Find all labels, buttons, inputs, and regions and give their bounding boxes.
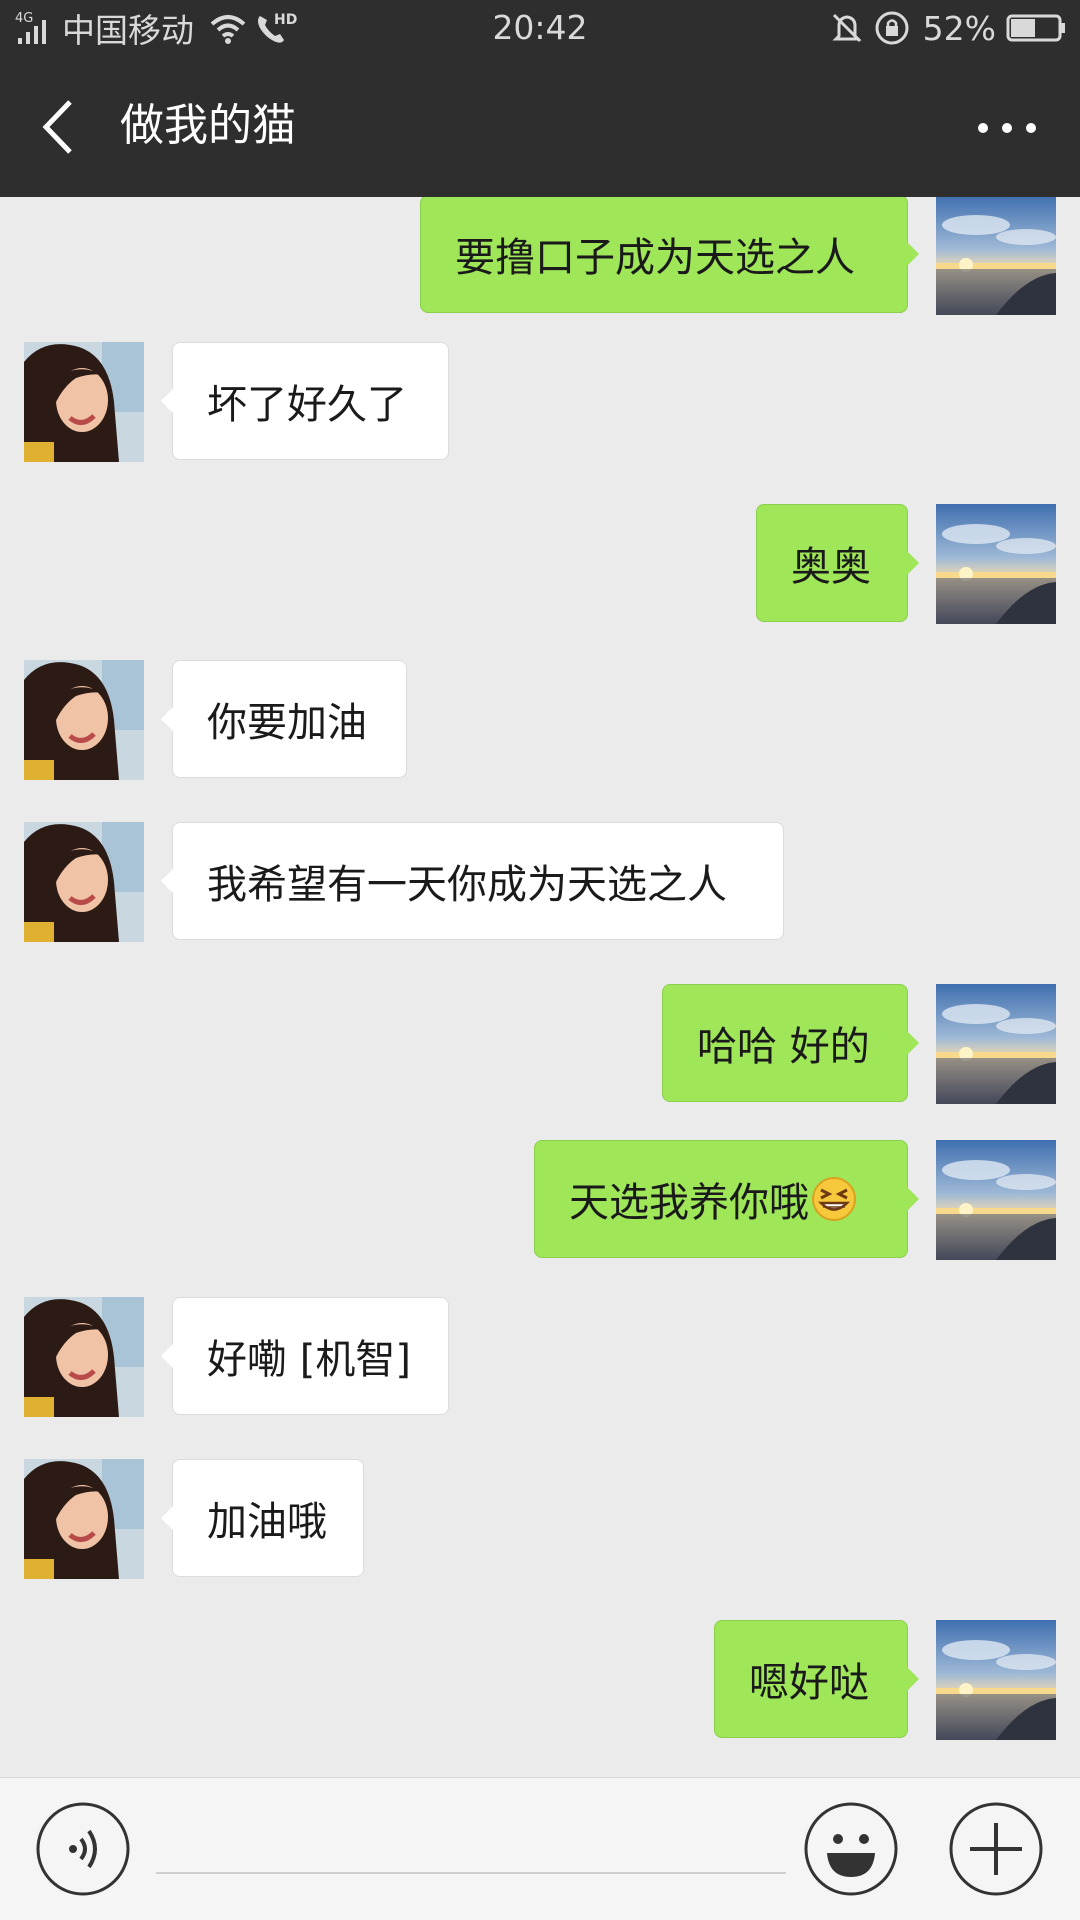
message-incoming: 加油哦 <box>0 1459 1080 1579</box>
chevron-left-icon <box>42 100 72 154</box>
sunset-avatar[interactable] <box>936 1140 1056 1260</box>
emoji-icon <box>804 1802 898 1896</box>
message-outgoing: 奥奥 <box>0 504 1080 624</box>
message-text: 哈哈 好的 <box>697 1024 870 1070</box>
sunset-avatar-image <box>936 984 1056 1104</box>
message-text: 好嘞 [机智] <box>207 1337 411 1383</box>
message-bubble[interactable]: 要撸口子成为天选之人 <box>420 197 919 313</box>
message-outgoing: 天选我养你哦 <box>0 1140 1080 1260</box>
message-bubble[interactable]: 天选我养你哦 <box>534 1140 919 1258</box>
message-text: 你要加油 <box>207 700 367 746</box>
message-bubble[interactable]: 坏了好久了 <box>161 342 449 460</box>
emoji-button[interactable] <box>803 1801 899 1897</box>
girl-avatar[interactable] <box>24 342 144 462</box>
message-incoming: 坏了好久了 <box>0 342 1080 462</box>
status-right: 52% <box>829 8 1066 48</box>
mute-bell-icon <box>832 13 862 43</box>
girl-avatar[interactable] <box>24 822 144 942</box>
message-text: 天选我养你哦 <box>569 1180 809 1226</box>
message-text: 加油哦 <box>207 1499 327 1545</box>
message-incoming: 你要加油 <box>0 660 1080 780</box>
message-bubble[interactable]: 好嘞 [机智] <box>161 1297 449 1415</box>
input-bar <box>0 1777 1080 1920</box>
girl-avatar-image <box>24 822 144 942</box>
sunset-avatar-image <box>936 504 1056 624</box>
title-bar: 做我的猫 <box>0 56 1080 197</box>
message-text: 嗯好哒 <box>749 1660 869 1706</box>
status-bar: 4G 中国移动 HD 20:42 52% <box>0 0 1080 56</box>
message-bubble[interactable]: 奥奥 <box>756 504 919 622</box>
battery-percent: 52% <box>922 8 996 48</box>
sunset-avatar[interactable] <box>936 984 1056 1104</box>
message-bubble[interactable]: 哈哈 好的 <box>662 984 919 1102</box>
sunset-avatar[interactable] <box>936 1620 1056 1740</box>
back-button[interactable] <box>32 94 84 160</box>
girl-avatar-image <box>24 1297 144 1417</box>
chat-screen: 4G 中国移动 HD 20:42 52% 做我的猫 要撸口子成为天选之人 坏了好… <box>0 0 1080 1920</box>
page-title: 做我的猫 <box>120 100 296 151</box>
message-text: 奥奥 <box>791 544 871 590</box>
girl-avatar-image <box>24 342 144 462</box>
rotation-lock-icon <box>875 11 909 45</box>
message-bubble[interactable]: 你要加油 <box>161 660 407 778</box>
plus-icon <box>949 1802 1043 1896</box>
message-bubble[interactable]: 加油哦 <box>161 1459 364 1577</box>
message-incoming: 好嘞 [机智] <box>0 1297 1080 1417</box>
sunset-avatar[interactable] <box>936 504 1056 624</box>
message-bubble[interactable]: 我希望有一天你成为天选之人 <box>161 822 784 940</box>
girl-avatar[interactable] <box>24 1459 144 1579</box>
sunset-avatar-image <box>936 1620 1056 1740</box>
more-dots-icon <box>978 123 1036 133</box>
battery-icon <box>1006 14 1065 42</box>
battery-fill <box>1011 19 1035 37</box>
sunset-avatar-image <box>936 1140 1056 1260</box>
plus-button[interactable] <box>948 1801 1044 1897</box>
message-input[interactable] <box>156 1818 786 1874</box>
message-outgoing: 哈哈 好的 <box>0 984 1080 1104</box>
message-text: 要撸口子成为天选之人 <box>455 235 855 281</box>
girl-avatar[interactable] <box>24 660 144 780</box>
girl-avatar-image <box>24 1459 144 1579</box>
message-bubble[interactable]: 嗯好哒 <box>714 1620 919 1738</box>
message-outgoing: 嗯好哒 <box>0 1620 1080 1740</box>
message-incoming: 我希望有一天你成为天选之人 <box>0 822 1080 942</box>
message-text: 我希望有一天你成为天选之人 <box>207 862 727 908</box>
message-list[interactable]: 要撸口子成为天选之人 坏了好久了 奥奥 你要加油 我希望有一天你成为天选之人 哈… <box>0 197 1080 1777</box>
more-button[interactable] <box>974 108 1040 148</box>
girl-avatar-image <box>24 660 144 780</box>
voice-button[interactable] <box>35 1801 131 1897</box>
message-text: 坏了好久了 <box>207 382 407 428</box>
girl-avatar[interactable] <box>24 1297 144 1417</box>
sunset-avatar[interactable] <box>936 197 1056 315</box>
voice-icon <box>36 1802 130 1896</box>
grin-squint-emoji-icon <box>812 1177 856 1221</box>
message-outgoing: 要撸口子成为天选之人 <box>0 197 1080 315</box>
sunset-avatar-image <box>936 197 1056 315</box>
